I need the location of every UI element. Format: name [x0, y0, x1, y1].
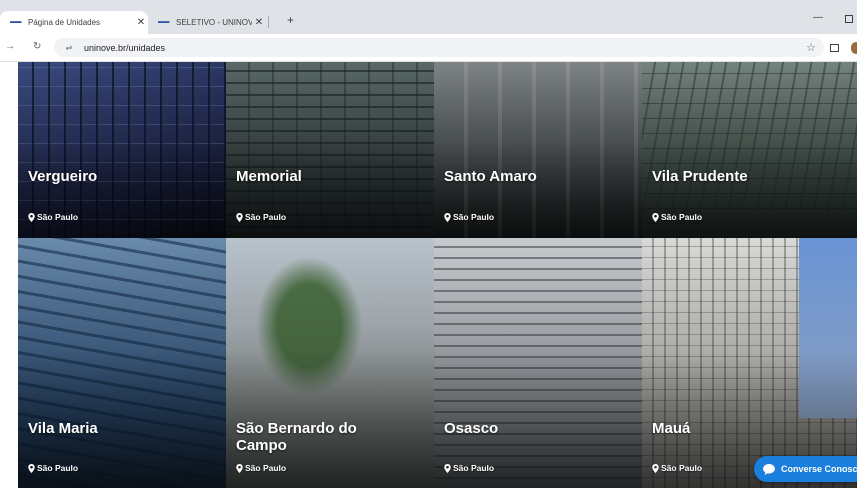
site-settings-icon[interactable]: ⇌ — [62, 43, 76, 52]
tab-strip: ▬▬ Página de Unidades ✕ ▬▬ SELETIVO - UN… — [0, 0, 857, 34]
map-pin-icon — [28, 463, 35, 473]
unit-card-maua[interactable]: Mauá São Paulo — [642, 238, 857, 488]
browser-window: ▬▬ Página de Unidades ✕ ▬▬ SELETIVO - UN… — [0, 0, 857, 488]
unit-card-vila-maria[interactable]: Vila Maria São Paulo — [18, 238, 226, 488]
unit-location: São Paulo — [652, 463, 702, 473]
url-text: uninove.br/unidades — [84, 42, 166, 53]
unit-name: Vergueiro — [28, 168, 98, 185]
reload-icon[interactable]: ↻ — [33, 41, 41, 52]
uninove-logo-icon: ▬▬ — [10, 19, 22, 25]
address-bar[interactable]: ⇌ uninove.br/unidades ☆ — [54, 38, 824, 57]
unit-location: São Paulo — [236, 463, 286, 473]
tab-title: Página de Unidades — [28, 18, 101, 27]
unit-name: Memorial — [236, 168, 302, 185]
unit-card-sao-bernardo-do-campo[interactable]: São Bernardo do Campo São Paulo — [226, 238, 434, 488]
tab-seletivo-uninove[interactable]: ▬▬ SELETIVO - UNINOVE ✕ — [148, 11, 266, 34]
close-icon[interactable]: ✕ — [134, 17, 148, 28]
map-pin-icon — [652, 212, 659, 222]
unit-card-vila-prudente[interactable]: Vila Prudente São Paulo — [642, 62, 857, 238]
tab-title: SELETIVO - UNINOVE — [176, 18, 252, 27]
unit-name: Vila Prudente — [652, 168, 748, 185]
tab-pagina-de-unidades[interactable]: ▬▬ Página de Unidades ✕ — [0, 11, 148, 34]
maximize-icon[interactable] — [845, 15, 853, 23]
unit-name: São Bernardo do Campo — [236, 420, 357, 454]
unit-card-osasco[interactable]: Osasco São Paulo — [434, 238, 642, 488]
uninove-logo-icon: ▬▬ — [158, 19, 170, 25]
chat-button[interactable]: Converse Conosco — [754, 456, 857, 482]
map-pin-icon — [444, 212, 451, 222]
unit-location: São Paulo — [28, 463, 78, 473]
unit-card-vergueiro[interactable]: Vergueiro São Paulo — [18, 62, 226, 238]
unit-name: Osasco — [444, 420, 499, 437]
unit-card-santo-amaro[interactable]: Santo Amaro São Paulo — [434, 62, 642, 238]
map-pin-icon — [444, 463, 451, 473]
unit-card-memorial[interactable]: Memorial São Paulo — [226, 62, 434, 238]
unit-location: São Paulo — [444, 463, 494, 473]
unit-name: Mauá — [652, 420, 691, 437]
map-pin-icon — [236, 463, 243, 473]
browser-toolbar: → ↻ ⇌ uninove.br/unidades ☆ — [0, 34, 857, 62]
unit-name: Vila Maria — [28, 420, 98, 437]
unit-location: São Paulo — [652, 212, 702, 222]
chat-label: Converse Conosco — [781, 464, 857, 474]
chat-bubble-icon — [763, 463, 775, 475]
unit-location: São Paulo — [28, 212, 78, 222]
profile-avatar[interactable] — [851, 42, 857, 54]
forward-icon[interactable]: → — [5, 41, 15, 52]
side-panel-icon[interactable] — [830, 44, 839, 52]
map-pin-icon — [652, 463, 659, 473]
units-grid: Vergueiro São Paulo Memorial São Paulo S… — [18, 62, 857, 488]
bookmark-star-icon[interactable]: ☆ — [806, 41, 816, 54]
tab-separator — [268, 16, 269, 28]
new-tab-icon[interactable]: + — [287, 13, 294, 27]
minimize-icon[interactable]: — — [813, 12, 823, 23]
unit-name: Santo Amaro — [444, 168, 537, 185]
unit-location: São Paulo — [236, 212, 286, 222]
unit-location: São Paulo — [444, 212, 494, 222]
close-icon[interactable]: ✕ — [252, 17, 266, 28]
map-pin-icon — [236, 212, 243, 222]
map-pin-icon — [28, 212, 35, 222]
